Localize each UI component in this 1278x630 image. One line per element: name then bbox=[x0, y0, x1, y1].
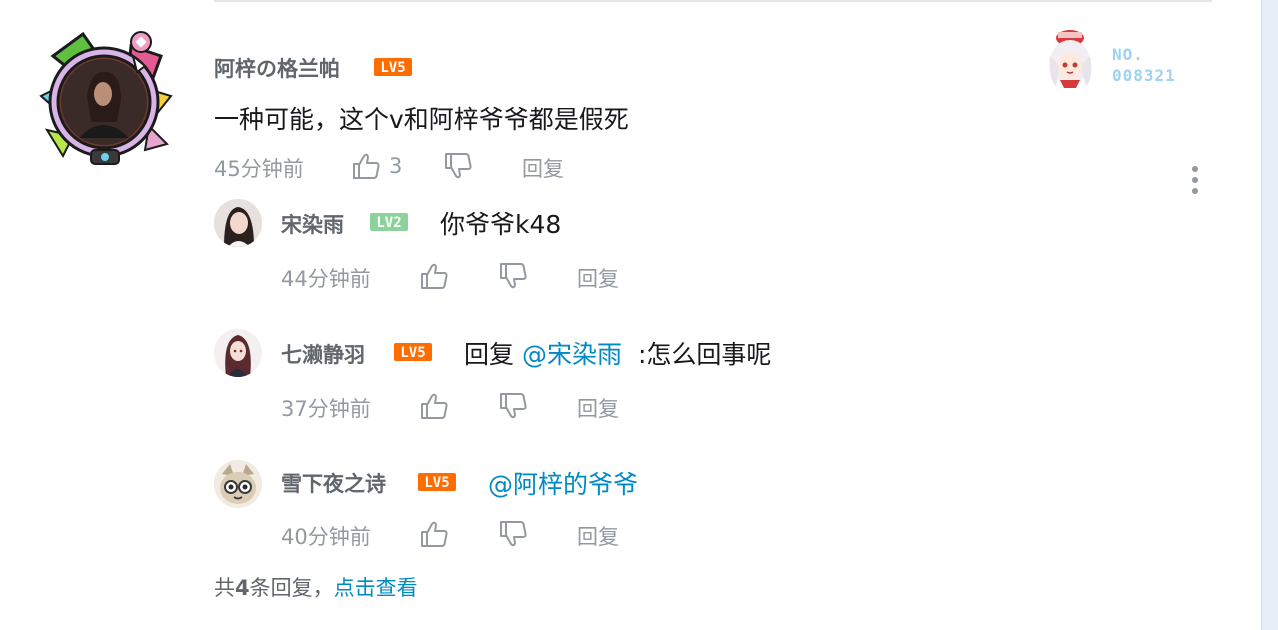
reply-time: 40分钟前 bbox=[281, 525, 371, 549]
thumbs-down-icon bbox=[500, 393, 527, 419]
thumbs-up-icon bbox=[353, 153, 380, 179]
comment-text: 一种可能，这个v和阿梓爷爷都是假死 bbox=[214, 105, 629, 134]
reply-avatar[interactable] bbox=[214, 329, 262, 377]
reply-button[interactable]: 回复 bbox=[577, 393, 619, 423]
reply-avatar[interactable] bbox=[214, 199, 262, 247]
thumbs-up-icon bbox=[421, 263, 448, 289]
thumbs-down-icon bbox=[500, 521, 527, 547]
fan-card-number-label: NO. bbox=[1112, 45, 1144, 64]
thumbs-down-icon bbox=[500, 263, 527, 289]
reply-time: 37分钟前 bbox=[281, 397, 371, 421]
like-button[interactable] bbox=[419, 392, 449, 420]
like-count: 3 bbox=[389, 154, 403, 178]
total-replies-suffix: 条回复， bbox=[249, 576, 334, 600]
thumbs-up-icon bbox=[421, 393, 448, 419]
dislike-button[interactable] bbox=[498, 392, 528, 420]
like-button[interactable] bbox=[419, 520, 449, 548]
total-replies-summary: 共4条回复，点击查看 bbox=[214, 572, 418, 602]
svg-text:LV2: LV2 bbox=[376, 215, 401, 231]
like-button[interactable]: 3 bbox=[351, 152, 402, 180]
like-button[interactable] bbox=[419, 262, 449, 290]
main-avatar-with-frame[interactable] bbox=[33, 26, 175, 168]
reply-text: 回复 @宋染雨 :怎么回事呢 bbox=[464, 335, 771, 371]
level-5-badge: LV5 bbox=[394, 343, 432, 361]
reply-avatar-image bbox=[214, 460, 262, 508]
mention-link[interactable]: @阿梓的爷爷 bbox=[488, 470, 638, 499]
fan-card-number-value: 008321 bbox=[1112, 66, 1176, 85]
fan-card-number: NO. 008321 bbox=[1112, 44, 1176, 86]
level-2-badge: LV2 bbox=[370, 213, 408, 231]
reply-prefix: 回复 bbox=[464, 340, 515, 369]
reply-button[interactable]: 回复 bbox=[522, 153, 564, 183]
more-vertical-icon[interactable] bbox=[1185, 164, 1205, 196]
reply-username[interactable]: 七濑静羽 bbox=[281, 339, 365, 369]
page-scrollbar[interactable] bbox=[1261, 0, 1278, 630]
reply-avatar-image bbox=[214, 199, 262, 247]
dislike-button[interactable] bbox=[443, 152, 473, 180]
reply-text: @阿梓的爷爷 bbox=[488, 465, 638, 501]
reply-button[interactable]: 回复 bbox=[577, 263, 619, 293]
reply-username[interactable]: 宋染雨 bbox=[281, 209, 344, 239]
total-replies-prefix: 共 bbox=[214, 576, 235, 600]
dislike-button[interactable] bbox=[498, 520, 528, 548]
top-divider bbox=[214, 0, 1212, 2]
fan-card-character-icon bbox=[1049, 30, 1092, 88]
fan-card-badge: NO. 008321 bbox=[1046, 26, 1196, 88]
svg-text:LV5: LV5 bbox=[424, 475, 449, 491]
level-5-badge: LV5 bbox=[374, 58, 412, 76]
view-all-replies-link[interactable]: 点击查看 bbox=[334, 576, 418, 600]
mention-link[interactable]: @宋染雨 bbox=[522, 340, 622, 369]
total-replies-count: 4 bbox=[235, 576, 250, 600]
reply-text: 你爷爷k48 bbox=[440, 210, 562, 239]
comment-username[interactable]: 阿梓の格兰帕 bbox=[214, 53, 340, 83]
dislike-button[interactable] bbox=[498, 262, 528, 290]
reply-body: :怎么回事呢 bbox=[637, 340, 772, 369]
svg-text:LV5: LV5 bbox=[380, 60, 405, 76]
level-5-badge: LV5 bbox=[418, 473, 456, 491]
thumbs-up-icon bbox=[421, 521, 448, 547]
svg-text:LV5: LV5 bbox=[400, 345, 425, 361]
thumbs-down-icon bbox=[445, 153, 472, 179]
reply-time: 44分钟前 bbox=[281, 267, 371, 291]
comment-time: 45分钟前 bbox=[214, 157, 304, 181]
avatar-frame-decoration bbox=[39, 31, 173, 165]
reply-avatar[interactable] bbox=[214, 460, 262, 508]
reply-button[interactable]: 回复 bbox=[577, 521, 619, 551]
reply-avatar-image bbox=[214, 329, 262, 377]
reply-username[interactable]: 雪下夜之诗 bbox=[281, 468, 386, 498]
